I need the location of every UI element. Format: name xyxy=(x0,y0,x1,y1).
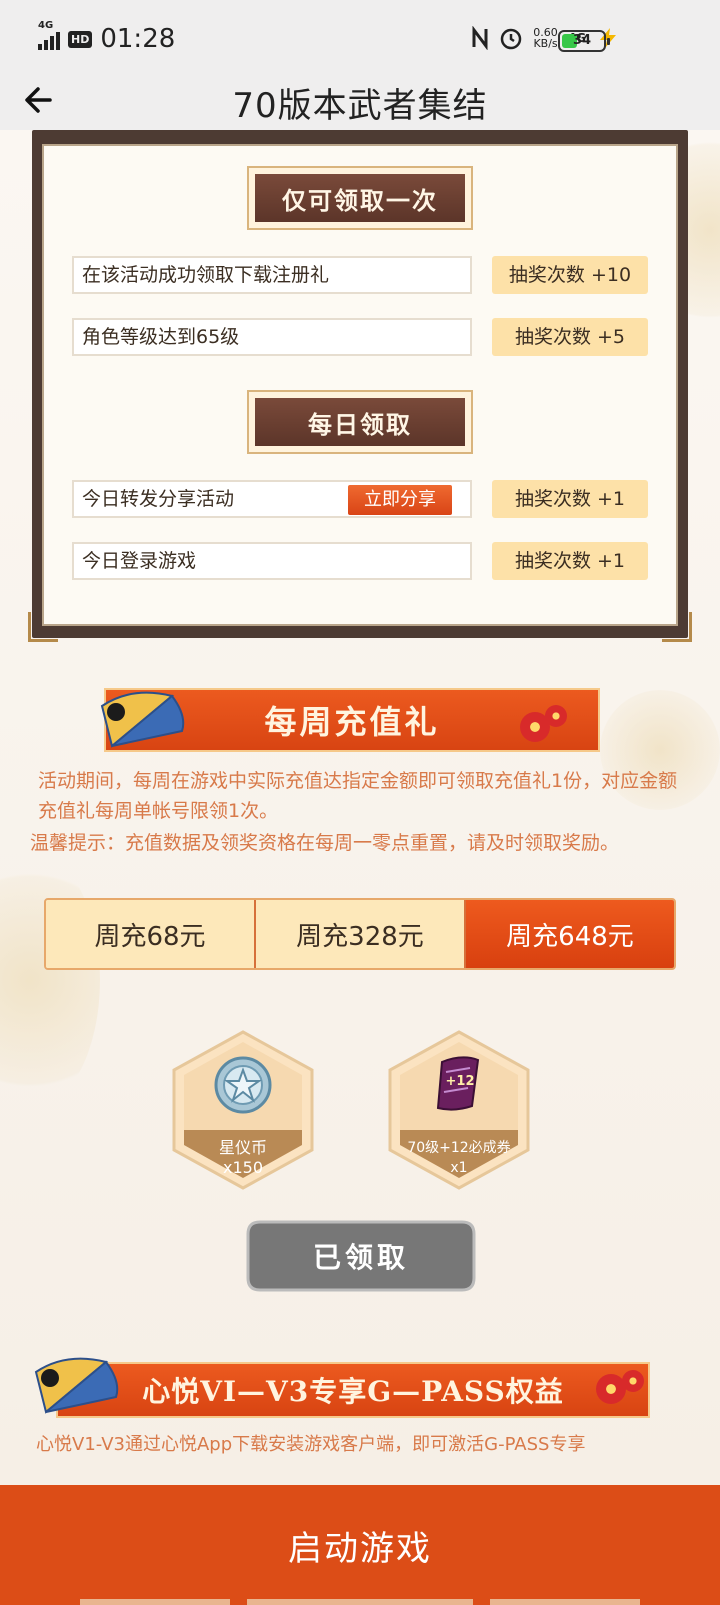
reward-pill: 抽奖次数 +1 xyxy=(492,542,648,580)
fan-icon xyxy=(34,1357,119,1414)
reward-pill: 抽奖次数 +1 xyxy=(492,480,648,518)
page-title: 70版本武者集结 xyxy=(232,86,488,126)
reward-item: 星仪币 x150 xyxy=(172,1030,314,1190)
task-row: 在该活动成功领取下载注册礼 抽奖次数 +10 xyxy=(72,256,648,294)
reward-label: 70级+12必成券 x1 xyxy=(407,1140,511,1176)
flower-icon xyxy=(545,705,567,727)
daily-section-title: 每日领取 xyxy=(247,390,473,454)
star-coin-icon xyxy=(214,1056,272,1114)
reward-label: 星仪币 x150 xyxy=(218,1138,267,1177)
task-label: 今日登录游戏 xyxy=(72,542,472,580)
fan-icon xyxy=(100,691,185,748)
gpass-description: 心悦V1-V3通过心悦App下载安装游戏客户端，即可激活G-PASS专享 xyxy=(36,1434,586,1455)
task-panel: 仅可领取一次 在该活动成功领取下载注册礼 抽奖次数 +10 角色等级达到65级 … xyxy=(28,130,692,642)
clock: 01:28 xyxy=(100,24,176,54)
reward-item: +12 70级+12必成券 x1 xyxy=(388,1030,530,1190)
once-section-title: 仅可领取一次 xyxy=(247,166,473,230)
reward-pill: 抽奖次数 +10 xyxy=(492,256,648,294)
hd-badge: HD xyxy=(68,30,93,48)
claimed-button[interactable]: 已领取 xyxy=(246,1220,476,1292)
net-speed: 0.60 KB/s xyxy=(533,26,558,50)
task-label: 今日转发分享活动 立即分享 xyxy=(72,480,472,518)
battery-icon: 34 xyxy=(558,30,610,52)
nav-indicator xyxy=(247,1599,473,1605)
start-game-button[interactable]: 启动游戏 xyxy=(0,1485,720,1605)
weekly-description: 活动期间，每周在游戏中实际充值达指定金额即可领取充值礼1份，对应金额充值礼每周单… xyxy=(38,770,678,822)
tab-week-648[interactable]: 周充648元 xyxy=(466,900,674,968)
nfc-icon xyxy=(472,26,488,50)
task-row: 今日登录游戏 抽奖次数 +1 xyxy=(72,542,648,580)
scroll-ticket-icon: +12 xyxy=(436,1056,480,1111)
status-bar: 4G HD 01:28 0.60KB/s 4G 34 xyxy=(0,0,720,72)
task-label-text: 今日转发分享活动 xyxy=(82,488,235,510)
task-row: 角色等级达到65级 抽奖次数 +5 xyxy=(72,318,648,356)
signal-icon: 4G xyxy=(38,20,60,50)
app-header: 70版本武者集结 xyxy=(0,72,720,130)
svg-text:+12: +12 xyxy=(446,1074,475,1089)
share-now-button[interactable]: 立即分享 xyxy=(348,485,452,515)
task-panel-paper: 仅可领取一次 在该活动成功领取下载注册礼 抽奖次数 +10 角色等级达到65级 … xyxy=(42,144,678,626)
nav-indicator xyxy=(80,1599,230,1605)
nav-indicator xyxy=(490,1599,640,1605)
alarm-icon xyxy=(501,28,522,50)
task-label: 角色等级达到65级 xyxy=(72,318,472,356)
blossom-decoration xyxy=(0,850,100,1110)
weekly-tip: 温馨提示：充值数据及领奖资格在每周一零点重置，请及时领取奖励。 xyxy=(30,832,620,854)
task-label: 在该活动成功领取下载注册礼 xyxy=(72,256,472,294)
bottom-action-bar: 启动游戏 xyxy=(0,1485,720,1605)
activity-content[interactable]: 仅可领取一次 在该活动成功领取下载注册礼 抽奖次数 +10 角色等级达到65级 … xyxy=(0,130,720,1485)
recharge-tier-tabs: 周充68元 周充328元 周充648元 xyxy=(44,898,676,970)
tab-week-68[interactable]: 周充68元 xyxy=(46,900,256,968)
tab-week-328[interactable]: 周充328元 xyxy=(256,900,466,968)
task-row: 今日转发分享活动 立即分享 抽奖次数 +1 xyxy=(72,480,648,518)
flower-icon xyxy=(622,1370,644,1392)
reward-pill: 抽奖次数 +5 xyxy=(492,318,648,356)
